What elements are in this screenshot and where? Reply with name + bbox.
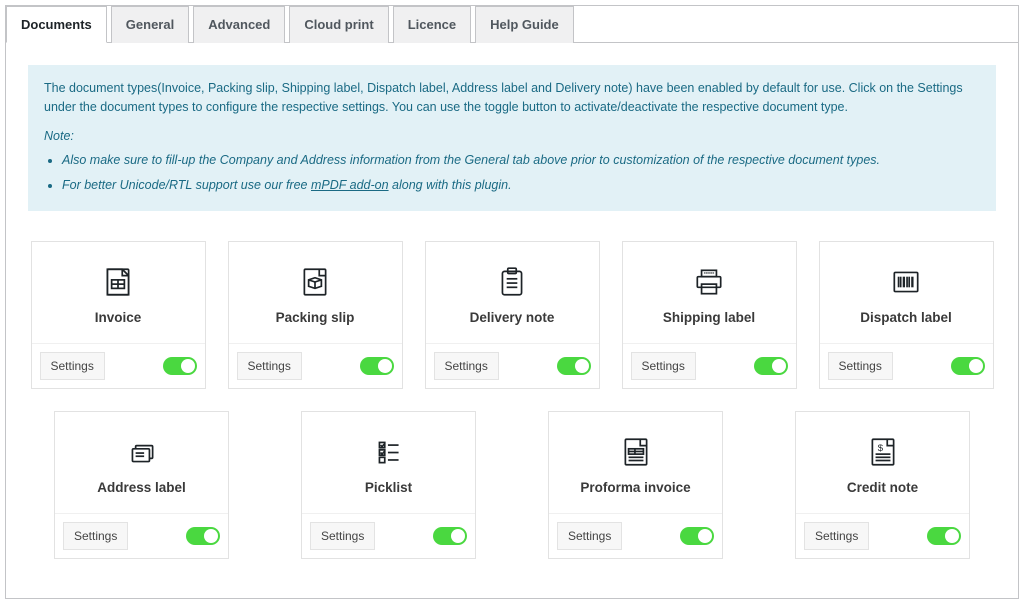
document-card-box: Packing slip Settings <box>228 241 403 389</box>
card-title: Proforma invoice <box>559 480 712 495</box>
tab-bar: DocumentsGeneralAdvancedCloud printLicen… <box>6 6 1018 43</box>
notice-note-label: Note: <box>44 127 980 146</box>
notice-bullet-2-prefix: For better Unicode/RTL support use our f… <box>62 178 311 192</box>
enable-toggle[interactable] <box>163 357 197 375</box>
card-footer: Settings <box>302 513 475 558</box>
card-top: $ Credit note <box>796 412 969 513</box>
card-top: Shipping label <box>623 242 796 343</box>
notice-bullet-1: Also make sure to fill-up the Company an… <box>62 151 980 170</box>
toggle-knob <box>181 359 195 373</box>
settings-button[interactable]: Settings <box>434 352 499 380</box>
page-container: DocumentsGeneralAdvancedCloud printLicen… <box>5 5 1019 599</box>
toggle-knob <box>575 359 589 373</box>
card-top: Address label <box>55 412 228 513</box>
toggle-knob <box>945 529 959 543</box>
card-footer: Settings <box>623 343 796 388</box>
svg-text:$: $ <box>877 443 883 454</box>
card-title: Shipping label <box>633 310 786 325</box>
document-card-proforma: Proforma invoice Settings <box>548 411 723 559</box>
proforma-icon <box>559 434 712 470</box>
barcode-icon <box>830 264 983 300</box>
card-top: Proforma invoice <box>549 412 722 513</box>
card-top: Picklist <box>302 412 475 513</box>
settings-button[interactable]: Settings <box>804 522 869 550</box>
card-footer: Settings <box>32 343 205 388</box>
document-card-barcode: Dispatch label Settings <box>819 241 994 389</box>
tab-advanced[interactable]: Advanced <box>193 6 285 43</box>
checklist-icon <box>312 434 465 470</box>
card-top: Invoice <box>32 242 205 343</box>
document-card-invoice: Invoice Settings <box>31 241 206 389</box>
card-top: Delivery note <box>426 242 599 343</box>
notice-bullet-2-suffix: along with this plugin. <box>389 178 512 192</box>
card-footer: Settings <box>55 513 228 558</box>
tab-cloud-print[interactable]: Cloud print <box>289 6 388 43</box>
card-top: Dispatch label <box>820 242 993 343</box>
tab-help-guide[interactable]: Help Guide <box>475 6 574 43</box>
card-footer: Settings <box>229 343 402 388</box>
mpdf-addon-link[interactable]: mPDF add-on <box>311 178 389 192</box>
notice-list: Also make sure to fill-up the Company an… <box>44 151 980 195</box>
enable-toggle[interactable] <box>754 357 788 375</box>
enable-toggle[interactable] <box>557 357 591 375</box>
card-footer: Settings <box>426 343 599 388</box>
card-title: Packing slip <box>239 310 392 325</box>
clipboard-icon <box>436 264 589 300</box>
document-card-clipboard: Delivery note Settings <box>425 241 600 389</box>
enable-toggle[interactable] <box>951 357 985 375</box>
document-card-checklist: Picklist Settings <box>301 411 476 559</box>
enable-toggle[interactable] <box>927 527 961 545</box>
labels-icon <box>65 434 218 470</box>
settings-button[interactable]: Settings <box>310 522 375 550</box>
box-icon <box>239 264 392 300</box>
toggle-knob <box>969 359 983 373</box>
card-footer: Settings <box>796 513 969 558</box>
card-footer: Settings <box>549 513 722 558</box>
settings-button[interactable]: Settings <box>631 352 696 380</box>
enable-toggle[interactable] <box>186 527 220 545</box>
document-card-creditnote: $ Credit note Settings <box>795 411 970 559</box>
enable-toggle[interactable] <box>680 527 714 545</box>
tab-content: The document types(Invoice, Packing slip… <box>6 43 1018 599</box>
toggle-knob <box>451 529 465 543</box>
toggle-knob <box>378 359 392 373</box>
printer-icon <box>633 264 786 300</box>
tab-documents[interactable]: Documents <box>6 6 107 43</box>
creditnote-icon: $ <box>806 434 959 470</box>
settings-button[interactable]: Settings <box>63 522 128 550</box>
card-title: Picklist <box>312 480 465 495</box>
card-title: Dispatch label <box>830 310 983 325</box>
toggle-knob <box>772 359 786 373</box>
toggle-knob <box>698 529 712 543</box>
card-title: Address label <box>65 480 218 495</box>
notice-bullet-2: For better Unicode/RTL support use our f… <box>62 176 980 195</box>
settings-button[interactable]: Settings <box>828 352 893 380</box>
card-top: Packing slip <box>229 242 402 343</box>
document-card-labels: Address label Settings <box>54 411 229 559</box>
enable-toggle[interactable] <box>433 527 467 545</box>
document-card-printer: Shipping label Settings <box>622 241 797 389</box>
cards-wrap: InvoiceSettingsPacking slipSettingsDeliv… <box>28 211 996 559</box>
cards-row-1: InvoiceSettingsPacking slipSettingsDeliv… <box>28 241 996 389</box>
settings-button[interactable]: Settings <box>237 352 302 380</box>
tab-licence[interactable]: Licence <box>393 6 471 43</box>
notice-info: The document types(Invoice, Packing slip… <box>44 79 980 117</box>
card-title: Invoice <box>42 310 195 325</box>
invoice-icon <box>42 264 195 300</box>
settings-button[interactable]: Settings <box>557 522 622 550</box>
enable-toggle[interactable] <box>360 357 394 375</box>
card-title: Credit note <box>806 480 959 495</box>
toggle-knob <box>204 529 218 543</box>
notice-box: The document types(Invoice, Packing slip… <box>28 65 996 211</box>
card-title: Delivery note <box>436 310 589 325</box>
card-footer: Settings <box>820 343 993 388</box>
settings-button[interactable]: Settings <box>40 352 105 380</box>
tab-general[interactable]: General <box>111 6 189 43</box>
cards-row-2: Address labelSettingsPicklistSettingsPro… <box>28 411 996 559</box>
